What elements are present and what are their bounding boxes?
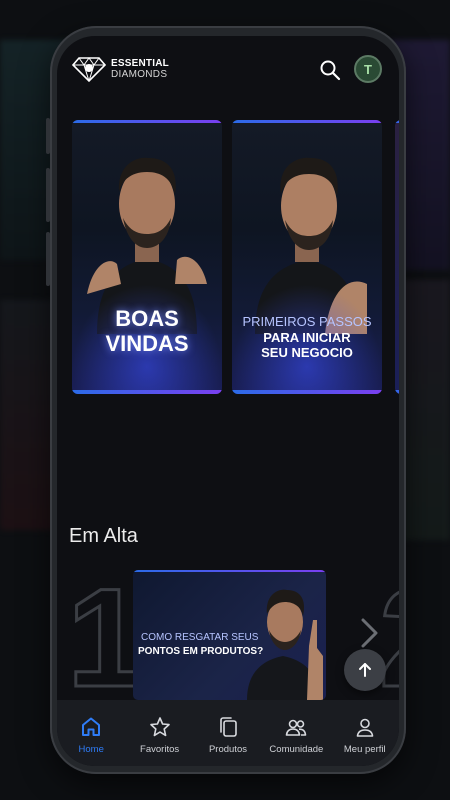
banner-accent-line: [395, 120, 399, 123]
phone-side-button: [46, 118, 50, 154]
app-screen: ESSENTIAL DIAMONDS T BOAS VINDAS PRIMEIR…: [57, 36, 399, 766]
banner-title-line1: BOAS: [115, 306, 179, 331]
nav-label: Home: [78, 744, 104, 755]
card-line1: COMO RESGATAR SEUS: [141, 632, 259, 643]
chevron-right-icon[interactable]: [357, 616, 381, 650]
brand-logo[interactable]: ESSENTIAL DIAMONDS: [72, 56, 169, 82]
banner-line1: PRIMEIROS PASSOS: [242, 314, 372, 329]
phone-side-button: [46, 232, 50, 286]
card-line2: PONTOS EM PRODUTOS?: [138, 646, 264, 657]
arrow-up-icon: [359, 663, 371, 677]
nav-item-profile[interactable]: Meu perfil: [331, 700, 399, 766]
banner-accent-line: [72, 120, 222, 123]
nav-label: Favoritos: [140, 744, 180, 755]
trending-card[interactable]: COMO RESGATAR SEUS PONTOS EM PRODUTOS?: [133, 570, 326, 700]
banner-accent-line: [395, 390, 399, 394]
user-icon: [356, 718, 374, 737]
scroll-to-top-button[interactable]: [344, 649, 386, 691]
brand-name: ESSENTIAL DIAMONDS: [111, 58, 169, 80]
banner-title-line2: VINDAS: [105, 331, 189, 356]
nav-label: Produtos: [208, 744, 247, 755]
nav-label: Comunidade: [269, 744, 324, 755]
copy-icon: [220, 717, 237, 737]
people-icon: [286, 719, 307, 736]
app-header: ESSENTIAL DIAMONDS T: [57, 36, 399, 106]
brand-name-line1: ESSENTIAL: [111, 58, 169, 69]
section-title-trending: Em Alta: [69, 525, 138, 547]
banner-line3: SEU NEGOCIO: [261, 345, 353, 360]
banner-title: BOAS VINDAS: [72, 306, 222, 356]
diamond-logo-icon: [72, 57, 106, 82]
nav-item-community[interactable]: Comunidade: [262, 700, 330, 766]
banner-line2: PARA INICIAR: [263, 330, 351, 345]
nav-item-products[interactable]: Produtos: [194, 700, 262, 766]
banner-accent-line: [232, 390, 382, 394]
banner-card-welcome[interactable]: BOAS VINDAS: [72, 120, 222, 394]
nav-label: Meu perfil: [343, 744, 386, 755]
nav-item-home[interactable]: Home: [57, 700, 125, 766]
nav-item-favorites[interactable]: Favoritos: [125, 700, 193, 766]
banner-card-first-steps[interactable]: PRIMEIROS PASSOS PARA INICIAR SEU NEGOCI…: [232, 120, 382, 394]
card-accent-line: [133, 570, 326, 572]
avatar[interactable]: T: [354, 55, 382, 83]
home-icon: [82, 717, 101, 736]
search-icon[interactable]: [319, 59, 341, 81]
star-icon: [149, 717, 170, 737]
banner-card-next[interactable]: [395, 120, 399, 394]
rank-number-next: 2: [378, 566, 399, 709]
phone-side-button: [46, 168, 50, 222]
banner-accent-line: [232, 120, 382, 123]
banner-accent-line: [72, 390, 222, 394]
brand-name-line2: DIAMONDS: [111, 69, 168, 80]
bottom-navigation: Home Favoritos Produtos Comunidade Meu p…: [57, 700, 399, 766]
